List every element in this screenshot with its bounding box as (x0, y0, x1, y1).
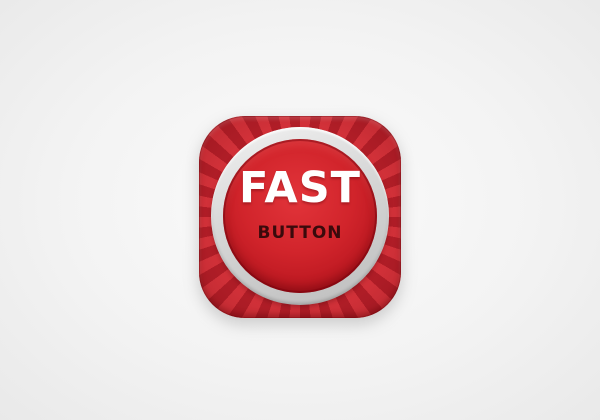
red-push-button[interactable]: FAST BUTTON (223, 139, 377, 293)
button-title: FAST (238, 163, 362, 213)
button-subtitle: BUTTON (257, 223, 343, 243)
fast-button-app-icon[interactable]: FAST BUTTON (199, 116, 401, 318)
